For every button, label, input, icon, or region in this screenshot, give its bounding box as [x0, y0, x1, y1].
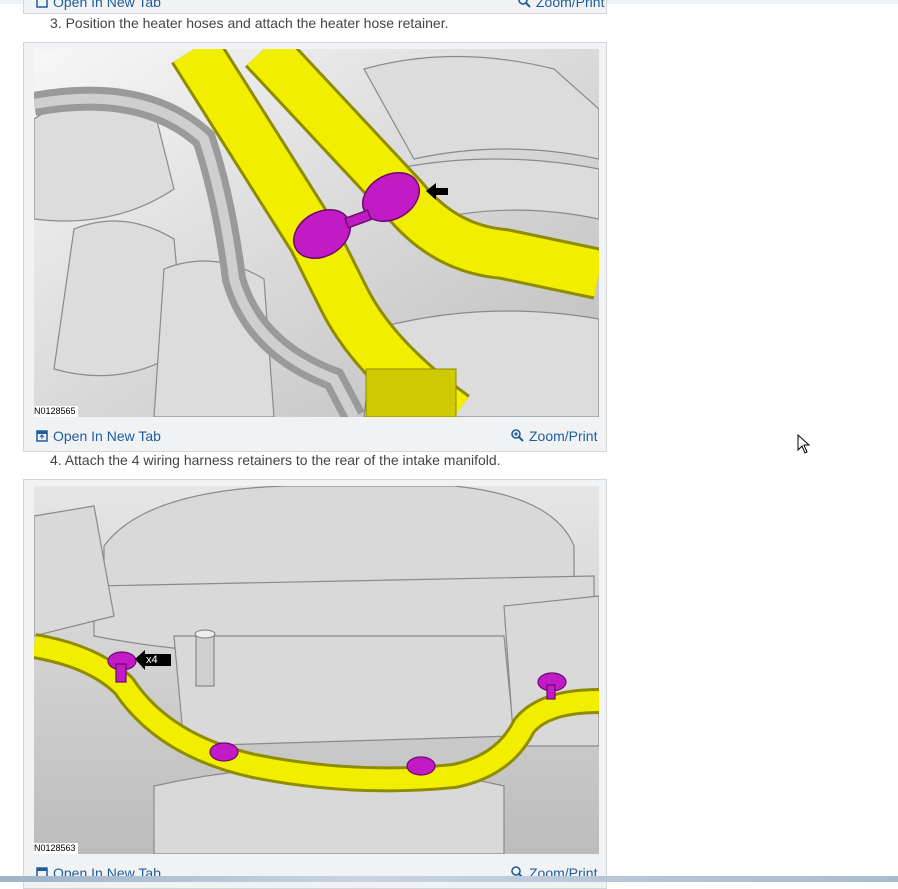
figure-code: N0128563	[34, 843, 78, 854]
step-3-text: 3. Position the heater hoses and attach …	[50, 15, 449, 31]
open-in-new-tab-link[interactable]: Open In New Tab	[36, 428, 161, 445]
magnifier-icon	[518, 0, 531, 11]
new-tab-icon	[36, 0, 48, 11]
wiring-harness-illustration[interactable]: x4 N0128563	[34, 486, 599, 854]
heater-hose-illustration[interactable]: N0128565	[34, 49, 599, 417]
zoom-print-link[interactable]: Zoom/Print	[511, 428, 597, 445]
figure-toolbar: Open In New Tab Zoom/Print	[24, 0, 606, 13]
open-in-new-tab-label: Open In New Tab	[53, 428, 161, 444]
zoom-print-label: Zoom/Print	[529, 428, 598, 444]
figure-heater-hoses: N0128565 Open In New Tab Zoom/Print	[23, 42, 607, 452]
mouse-cursor-icon	[797, 433, 811, 460]
open-in-new-tab-link[interactable]: Open In New Tab	[36, 0, 161, 11]
zoom-print-link[interactable]: Zoom/Print	[518, 0, 604, 11]
figure-wiring-harness: x4 N0128563 Open In New Tab Zoom/Print	[23, 479, 607, 889]
quantity-callout: x4	[146, 654, 158, 666]
step-4-text: 4. Attach the 4 wiring harness retainers…	[50, 452, 501, 468]
open-in-new-tab-label: Open In New Tab	[53, 0, 161, 10]
zoom-print-label: Zoom/Print	[536, 0, 605, 10]
new-tab-icon	[36, 429, 48, 445]
figure-code: N0128565	[34, 406, 78, 417]
figure-toolbar: Open In New Tab Zoom/Print	[24, 425, 606, 447]
taskbar-strip	[0, 876, 898, 882]
figure-previous: Open In New Tab Zoom/Print	[23, 0, 607, 14]
magnifier-icon	[511, 429, 524, 445]
